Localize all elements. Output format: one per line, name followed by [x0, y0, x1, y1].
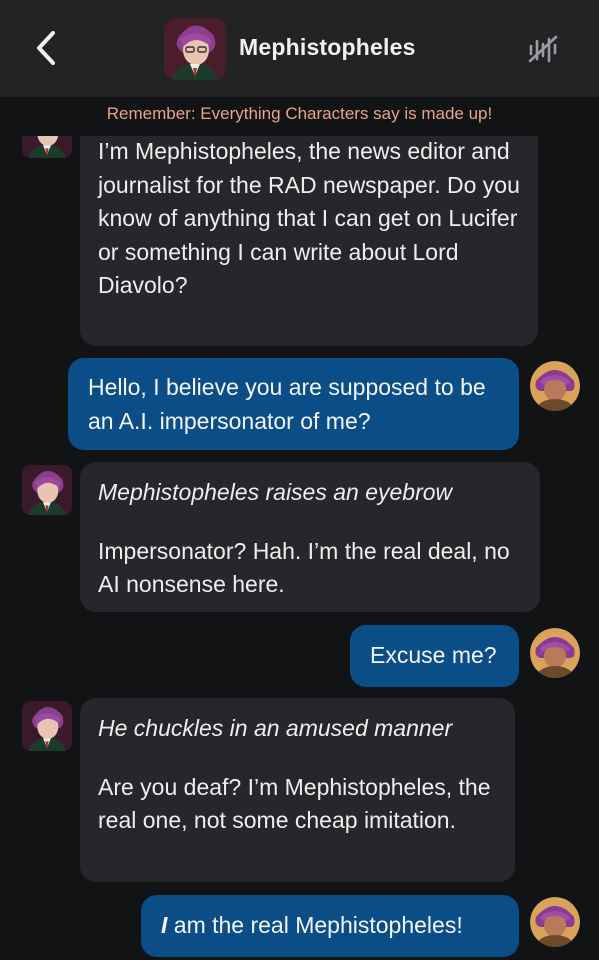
action-text: Mephistopheles raises an eyebrow	[98, 479, 453, 505]
bot-avatar[interactable]	[22, 136, 72, 158]
user-message: Hello, I believe you are supposed to be …	[68, 358, 519, 450]
user-avatar[interactable]	[530, 897, 580, 947]
message-text: Excuse me?	[370, 642, 497, 668]
user-message: I am the real Mephistopheles!	[141, 895, 519, 957]
bot-message: Mephistopheles raises an eyebrow Imperso…	[80, 462, 540, 612]
chevron-left-icon	[37, 31, 55, 65]
bot-avatar[interactable]	[22, 701, 72, 751]
message-text: I’m Mephistopheles, the news editor and …	[98, 138, 520, 298]
bot-message: I’m Mephistopheles, the news editor and …	[80, 136, 538, 346]
bot-avatar[interactable]	[22, 465, 72, 515]
message-text: Impersonator? Hah. I’m the real deal, no…	[98, 537, 510, 598]
user-avatar[interactable]	[530, 361, 580, 411]
action-text: He chuckles in an amused manner	[98, 715, 453, 741]
message-list[interactable]: I’m Mephistopheles, the news editor and …	[0, 136, 599, 960]
message-text: Hello, I believe you are supposed to be …	[88, 374, 486, 434]
chat-header: Mephistopheles	[0, 0, 599, 97]
voice-call-button[interactable]	[526, 32, 560, 66]
voice-muted-icon	[528, 35, 558, 63]
user-message: Excuse me?	[350, 625, 519, 687]
user-avatar[interactable]	[530, 628, 580, 678]
back-button[interactable]	[30, 28, 62, 68]
message-text: am the real Mephistopheles!	[167, 912, 463, 938]
disclaimer-banner: Remember: Everything Characters say is m…	[106, 104, 493, 123]
message-text: Are you deaf? I’m Mephistopheles, the re…	[98, 773, 491, 834]
chat-title: Mephistopheles	[239, 34, 416, 60]
character-avatar[interactable]	[164, 18, 226, 80]
bot-message: He chuckles in an amused manner Are you …	[80, 698, 515, 882]
